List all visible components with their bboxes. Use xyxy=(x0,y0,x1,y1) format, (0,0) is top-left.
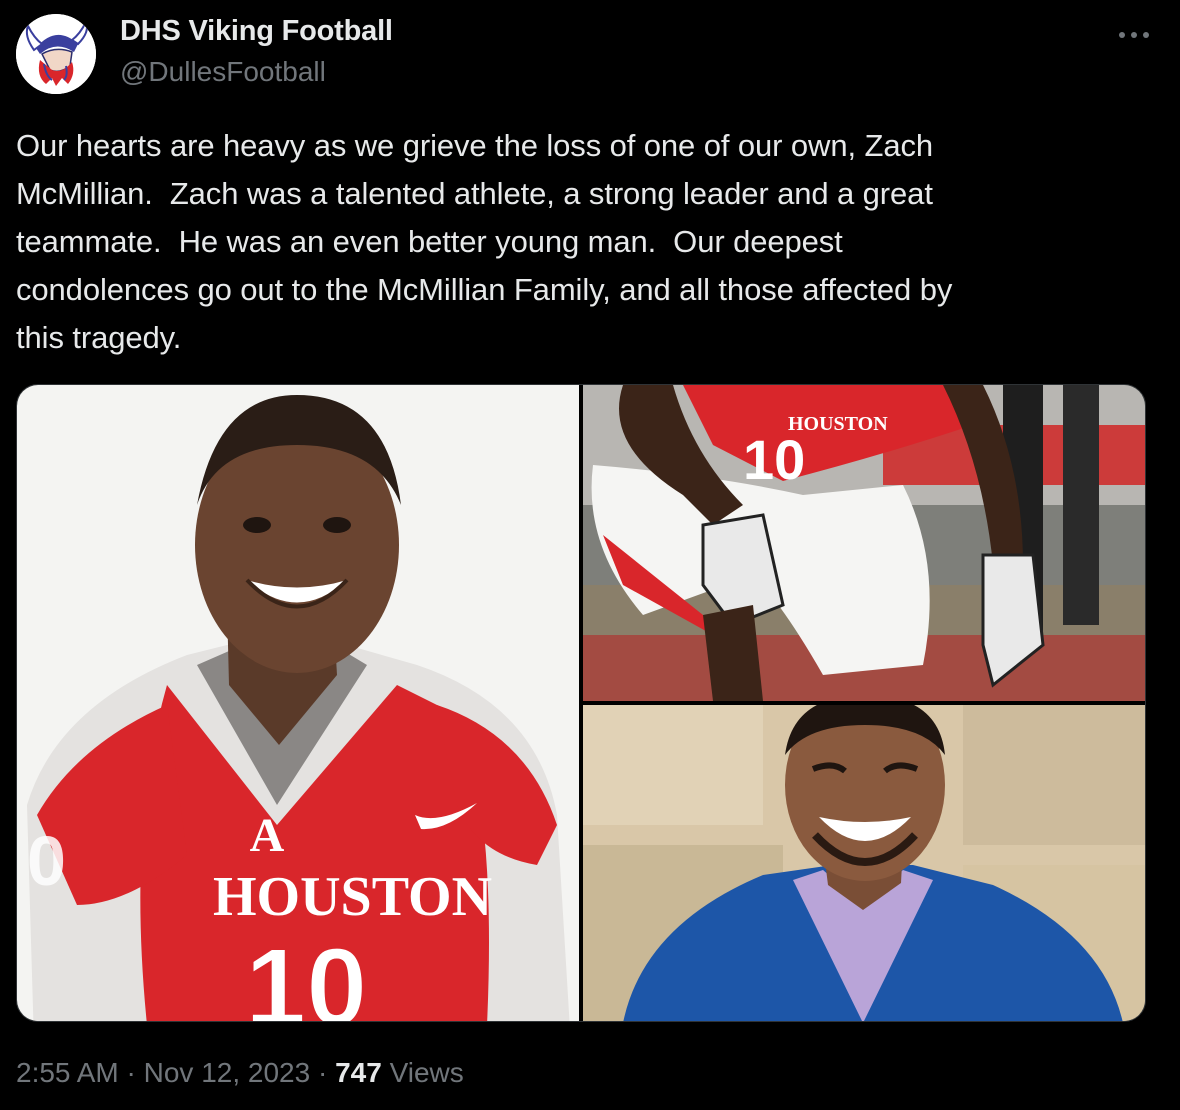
svg-text:0: 0 xyxy=(27,822,66,900)
media-grid: A HOUSTON 10 0 HOUSTON 10 xyxy=(16,384,1146,1022)
author-avatar[interactable] xyxy=(16,14,96,94)
jersey-text: HOUSTON xyxy=(213,866,492,928)
tweet-text-line: McMillian. Zach was a talented athlete, … xyxy=(16,176,933,211)
author-handle[interactable]: @DullesFootball xyxy=(120,56,326,88)
jersey-number: 10 xyxy=(245,926,367,1022)
tweet-text-line: this tragedy. xyxy=(16,320,182,355)
game-stance-image: HOUSTON 10 xyxy=(583,385,1145,701)
meta-separator: · xyxy=(118,1057,144,1088)
views-label: Views xyxy=(381,1057,464,1088)
tweet: DHS Viking Football @DullesFootball Our … xyxy=(0,0,1180,1110)
tweet-time[interactable]: 2:55 AM xyxy=(16,1057,119,1088)
tweet-meta: 2:55 AM · Nov 12, 2023 · 747 Views xyxy=(16,1057,464,1089)
author-display-name[interactable]: DHS Viking Football xyxy=(120,15,393,48)
tweet-date[interactable]: Nov 12, 2023 xyxy=(144,1057,311,1088)
jersey-number: 10 xyxy=(743,428,805,491)
more-options-button[interactable] xyxy=(1112,18,1156,52)
viking-logo-icon xyxy=(16,14,96,94)
tweet-text: Our hearts are heavy as we grieve the lo… xyxy=(16,122,1136,362)
tweet-text-line: Our hearts are heavy as we grieve the lo… xyxy=(16,128,933,163)
meta-separator: · xyxy=(310,1057,336,1088)
jersey-portrait-image: A HOUSTON 10 0 xyxy=(17,385,579,1022)
more-options-icon xyxy=(1119,32,1149,38)
tweet-text-line: condolences go out to the McMillian Fami… xyxy=(16,272,953,307)
photo-jersey-portrait[interactable]: A HOUSTON 10 0 xyxy=(17,385,579,1022)
blazer-portrait-image xyxy=(583,705,1145,1021)
tweet-text-line: teammate. He was an even better young ma… xyxy=(16,224,843,259)
photo-game-stance[interactable]: HOUSTON 10 xyxy=(583,385,1145,701)
photo-blazer-portrait[interactable] xyxy=(583,705,1145,1021)
svg-text:A: A xyxy=(250,809,285,862)
views-count[interactable]: 747 xyxy=(335,1057,382,1088)
